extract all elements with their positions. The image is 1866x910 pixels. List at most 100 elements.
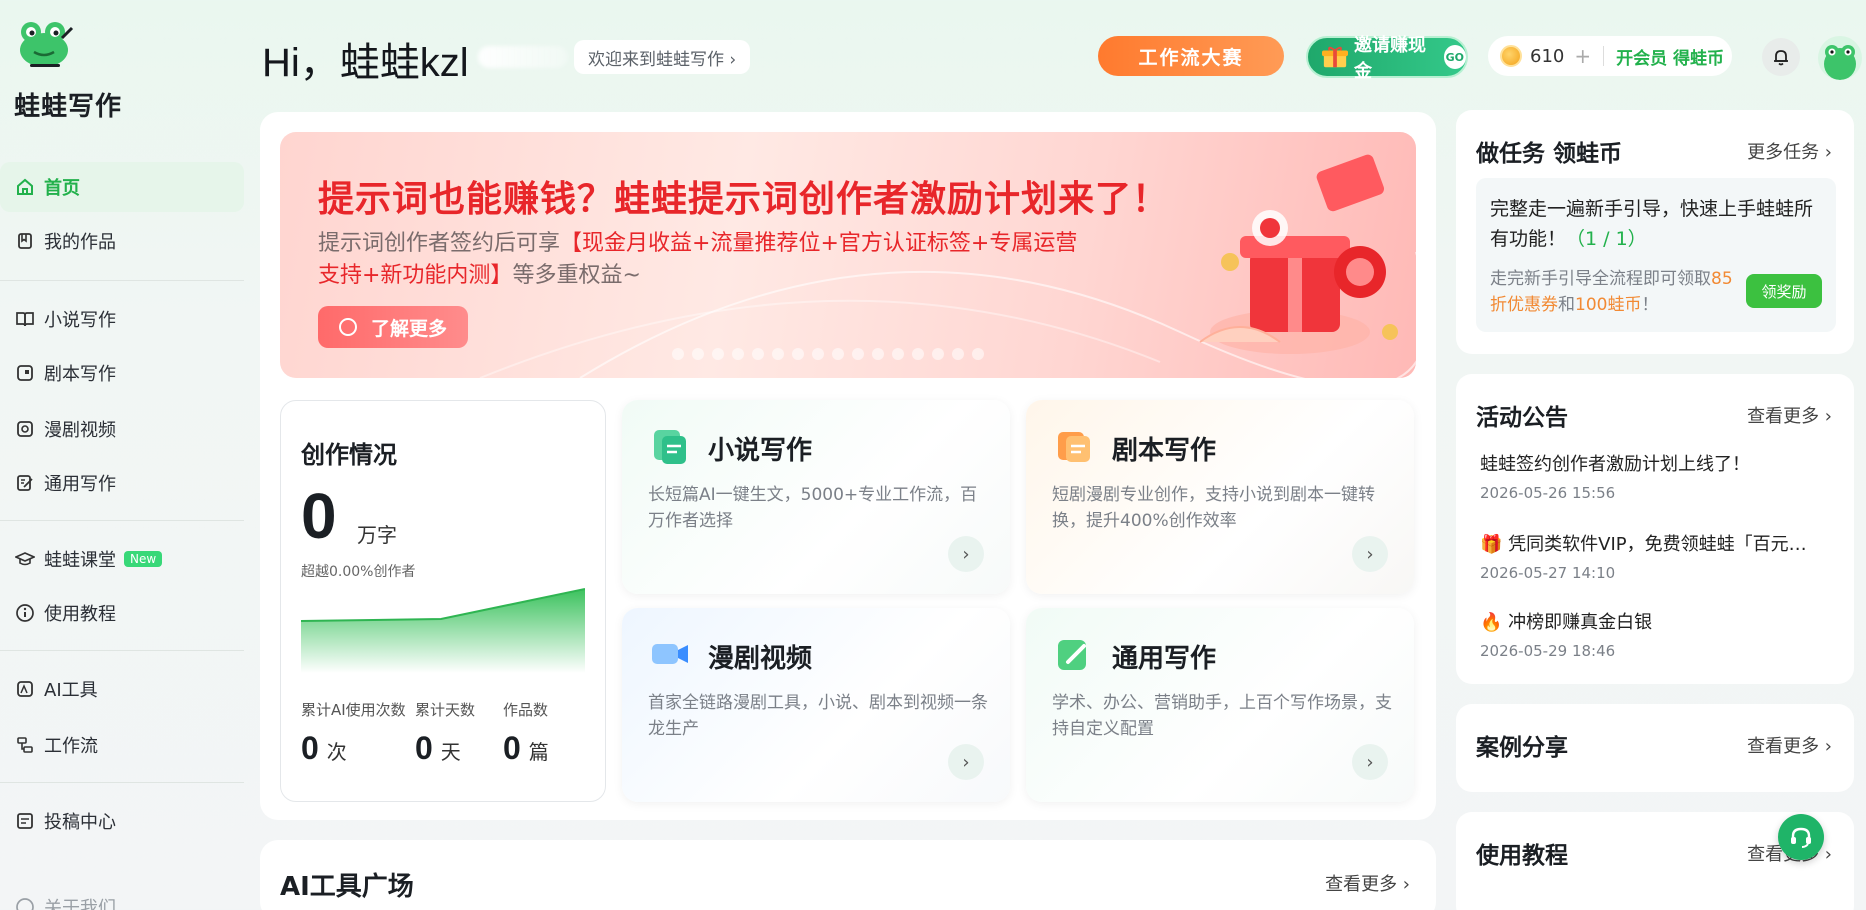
sidebar-divider — [0, 520, 244, 521]
announcement-item[interactable]: 🎁 凭同类软件VIP，免费领蛙蛙「百元护航... 2026-05-27 14:1… — [1480, 530, 1820, 582]
frog-avatar-icon — [1824, 45, 1856, 80]
feature-title: 漫剧视频 — [708, 644, 813, 674]
about-icon — [14, 896, 36, 910]
info-icon — [14, 602, 36, 624]
chevron-right-icon[interactable]: › — [948, 536, 984, 572]
sidebar-item-label: 首页 — [44, 178, 80, 199]
pen-icon — [1058, 640, 1086, 670]
cases-more-link[interactable]: 查看更多 › — [1747, 732, 1832, 758]
announcement-title: 🎁 凭同类软件VIP，免费领蛙蛙「百元护航... — [1480, 534, 1820, 555]
task-reward-text: 走完新手引导全流程即可领取85折优惠券和100蛙币！ — [1490, 266, 1740, 318]
greeting: Hi，蛙蛙kzl — [262, 41, 469, 85]
sidebar-item-video[interactable]: 漫剧视频 — [0, 404, 244, 454]
bookmark-icon — [14, 230, 36, 252]
cases-title: 案例分享 — [1476, 735, 1568, 761]
chevron-right-icon[interactable]: › — [948, 744, 984, 780]
coin-count: 610 — [1530, 45, 1565, 67]
feature-card-general[interactable]: 通用写作 学术、办公、营销助手，上百个写作场景，支持自定义配置 › — [1026, 608, 1414, 802]
vip-link[interactable]: 开会员 得蛙币 — [1616, 44, 1724, 69]
sidebar-item-label: 蛙蛙课堂 — [44, 550, 116, 571]
sidebar-item-label: 投稿中心 — [44, 812, 116, 833]
announcement-item[interactable]: 蛙蛙签约创作者激励计划上线了！ 2026-05-26 15:56 — [1480, 450, 1820, 502]
announcement-item[interactable]: 🔥 冲榜即赚真金白银 2026-05-29 18:46 — [1480, 608, 1820, 660]
days-unit: 天 — [440, 740, 461, 764]
sidebar-item-tutorial[interactable]: 使用教程 — [0, 588, 244, 638]
coin-balance: 610 + 开会员 得蛙币 — [1488, 36, 1732, 76]
sidebar-item-my-works[interactable]: 我的作品 — [0, 216, 244, 266]
script-icon — [14, 362, 36, 384]
book-icon — [14, 308, 36, 330]
sidebar-divider — [0, 280, 244, 281]
chevron-right-icon[interactable]: › — [1352, 536, 1388, 572]
sidebar-item-label: 工作流 — [44, 736, 98, 757]
feature-card-novel[interactable]: 小说写作 长短篇AI一键生文，5000+专业工作流，百万作者选择 › — [622, 400, 1010, 594]
days-stat: 累计天数 0天 — [415, 699, 475, 767]
novel-icon — [654, 430, 686, 464]
sidebar-item-classroom[interactable]: 蛙蛙课堂 New — [0, 534, 244, 584]
task-main-text: 完整走一遍新手引导，快速上手蛙蛙所有功能！ — [1490, 198, 1814, 250]
sidebar-item-general[interactable]: 通用写作 — [0, 458, 244, 508]
growth-chart — [301, 588, 585, 673]
sidebar-item-about[interactable]: 关于我们 — [0, 882, 244, 910]
customer-service-button[interactable] — [1778, 814, 1824, 860]
announcement-title: 🔥 冲榜即赚真金白银 — [1480, 612, 1653, 633]
add-coins-button[interactable]: + — [1574, 44, 1591, 68]
announcements-title: 活动公告 — [1476, 405, 1568, 431]
carousel-indicators[interactable] — [672, 348, 984, 360]
task-sub-suffix: ！ — [1641, 295, 1659, 315]
task-coins: 100蛙币 — [1575, 295, 1642, 315]
word-count: 0 — [301, 480, 337, 552]
feature-title: 小说写作 — [708, 436, 813, 466]
stats-title: 创作情况 — [301, 441, 397, 469]
tools-more-link[interactable]: 查看更多 › — [1325, 870, 1410, 896]
task-progress: （1 / 1） — [1566, 228, 1647, 250]
chevron-right-icon[interactable]: › — [1352, 744, 1388, 780]
claim-reward-button[interactable]: 领奖励 — [1746, 274, 1822, 308]
promo-banner[interactable]: 提示词也能赚钱？蛙蛙提示词创作者激励计划来了！ 提示词创作者签约后可享【现金月收… — [280, 132, 1416, 378]
welcome-link[interactable]: 欢迎来到蛙蛙写作 › — [574, 40, 751, 74]
headset-icon — [1791, 827, 1811, 848]
feature-card-script[interactable]: 剧本写作 短剧漫剧专业创作，支持小说到剧本一键转换，提升400%创作效率 › — [1026, 400, 1414, 594]
feature-card-video[interactable]: 漫剧视频 首家全链路漫剧工具，小说、剧本到视频一条龙生产 › — [622, 608, 1010, 802]
main-panel: 提示词也能赚钱？蛙蛙提示词创作者激励计划来了！ 提示词创作者签约后可享【现金月收… — [260, 112, 1436, 820]
sidebar-item-novel[interactable]: 小说写作 — [0, 294, 244, 344]
home-icon — [14, 176, 36, 198]
more-tasks-link[interactable]: 更多任务 › — [1747, 138, 1832, 164]
announcements-more-link[interactable]: 查看更多 › — [1747, 402, 1832, 428]
workflow-icon — [14, 734, 36, 756]
app-name: 蛙蛙写作 — [14, 92, 123, 122]
announcement-date: 2026-05-26 15:56 — [1480, 484, 1616, 502]
word-unit: 万字 — [357, 523, 397, 547]
task-description: 完整走一遍新手引导，快速上手蛙蛙所有功能！（1 / 1） — [1490, 194, 1820, 254]
ai-uses-value: 0 — [301, 730, 319, 766]
task-sub-mid: 和 — [1558, 295, 1575, 315]
ai-uses-label: 累计AI使用次数 — [301, 701, 406, 719]
sidebar-item-submission[interactable]: 投稿中心 — [0, 796, 244, 846]
banner-description: 提示词创作者签约后可享【现金月收益+流量推荐位+官方认证标签+专属运营支持+新功… — [318, 228, 1078, 292]
feature-desc: 短剧漫剧专业创作，支持小说到剧本一键转换，提升400%创作效率 — [1052, 485, 1375, 531]
workflow-contest-button[interactable]: 工作流大赛 — [1098, 36, 1284, 76]
video-camera-icon — [652, 644, 688, 664]
frog-logo-icon[interactable] — [16, 18, 74, 70]
invite-cash-button[interactable]: 邀请赚现金 GO — [1306, 35, 1468, 82]
sidebar-item-label: 我的作品 — [44, 232, 116, 253]
gift-box-illustration — [1199, 154, 1398, 354]
coin-icon — [1500, 45, 1522, 67]
notification-button[interactable] — [1762, 38, 1800, 76]
feature-desc: 学术、办公、营销助手，上百个写作场景，支持自定义配置 — [1052, 693, 1392, 739]
feature-title: 剧本写作 — [1112, 436, 1217, 466]
sidebar-item-label: 通用写作 — [44, 474, 116, 495]
learn-more-button[interactable]: 了解更多 — [318, 306, 468, 348]
sidebar-item-script[interactable]: 剧本写作 — [0, 348, 244, 398]
sidebar-item-home[interactable]: 首页 — [0, 162, 244, 212]
ai-uses-unit: 次 — [326, 740, 347, 764]
creation-stats-card: 创作情况 0 万字 超越0.00%创作者 累计AI使用次数 0次 累计天数 0天… — [280, 400, 606, 802]
sidebar-item-label: 小说写作 — [44, 310, 116, 331]
feature-desc: 长短篇AI一键生文，5000+专业工作流，百万作者选择 — [648, 485, 978, 531]
sidebar-item-label: 关于我们 — [44, 898, 116, 910]
sidebar-item-workflow[interactable]: 工作流 — [0, 720, 244, 770]
sidebar-item-label: AI工具 — [44, 680, 98, 701]
sidebar-divider — [0, 782, 244, 783]
sidebar-item-ai-tools[interactable]: AI工具 — [0, 664, 244, 714]
avatar[interactable] — [1818, 36, 1862, 80]
